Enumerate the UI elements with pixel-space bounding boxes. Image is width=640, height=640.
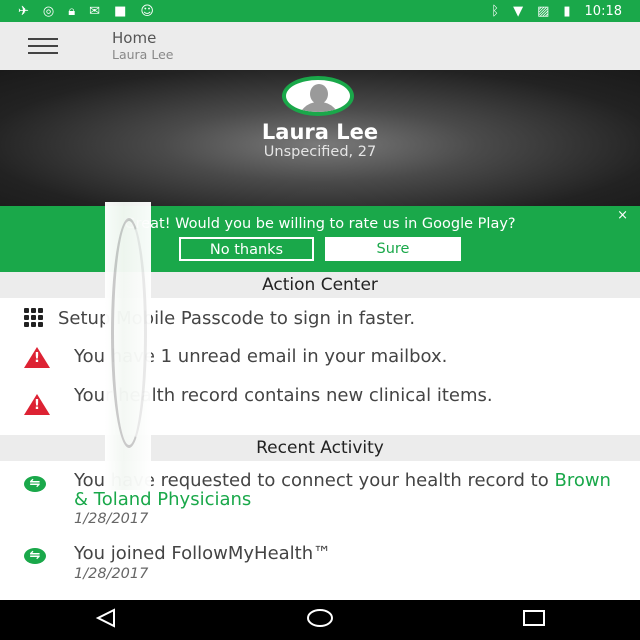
home-icon[interactable] xyxy=(305,608,335,632)
action-center-header: Action Center xyxy=(0,272,640,298)
action-item-text: Your health record contains new clinical… xyxy=(74,385,493,406)
connect-icon: ⇋ xyxy=(24,476,46,492)
status-bar: ✈ ◎ 🔒︎ ✉ ■ ☺ ᛒ ▼ ▨ ▮ 10:18 xyxy=(0,0,640,22)
no-thanks-button[interactable]: No thanks xyxy=(179,237,314,261)
android-icon: ☺ xyxy=(140,3,154,19)
action-item-passcode[interactable]: Setup Mobile Passcode to sign in faster. xyxy=(0,308,640,330)
wifi-icon: ▼ xyxy=(513,3,524,19)
avatar[interactable] xyxy=(282,76,354,116)
action-item-text: You have 1 unread email in your mailbox. xyxy=(74,346,448,367)
profile-header: Laura Lee Unspecified, 27 xyxy=(0,70,640,206)
activity-text: You joined FollowMyHealth™ xyxy=(74,543,332,564)
signal-icon: ✈ xyxy=(18,3,29,19)
loading-spinner xyxy=(105,202,151,490)
status-time: 10:18 xyxy=(584,3,622,19)
status-right-icons: ᛒ ▼ ▨ ▮ 10:18 xyxy=(491,4,622,19)
appbar-titles: Home Laura Lee xyxy=(112,29,174,63)
rate-banner: Great! Would you be willing to rate us i… xyxy=(0,206,640,272)
page-subtitle: Laura Lee xyxy=(112,47,174,62)
sure-button[interactable]: Sure xyxy=(325,237,461,261)
activity-item-joined[interactable]: ⇋ You joined FollowMyHealth™ 1/28/2017 xyxy=(0,544,640,584)
activity-date: 1/28/2017 xyxy=(74,566,149,582)
lock-icon: 🔒︎ xyxy=(68,3,76,19)
page-title: Home xyxy=(112,29,157,47)
action-item-health-record[interactable]: ! Your health record contains new clinic… xyxy=(0,386,640,426)
bluetooth-icon: ᛒ xyxy=(491,3,500,19)
profile-name: Laura Lee xyxy=(261,120,379,144)
recent-activity-header: Recent Activity xyxy=(0,435,640,461)
recent-apps-icon[interactable] xyxy=(522,608,546,632)
navigation-bar xyxy=(0,600,640,640)
battery-icon: ▮ xyxy=(563,3,571,19)
activity-date: 1/28/2017 xyxy=(74,511,149,527)
activity-text: You have requested to connect your healt… xyxy=(74,470,611,510)
connect-icon: ⇋ xyxy=(24,548,46,564)
status-left-icons: ✈ ◎ 🔒︎ ✉ ■ ☺ xyxy=(18,4,154,19)
no-sim-icon: ▨ xyxy=(537,3,550,19)
cast-icon: ◎ xyxy=(42,3,55,19)
action-item-email[interactable]: ! You have 1 unread email in your mailbo… xyxy=(0,346,640,368)
profile-details: Unspecified, 27 xyxy=(263,144,377,160)
mail-icon: ✉ xyxy=(89,3,101,19)
rate-prompt: Great! Would you be willing to rate us i… xyxy=(124,216,516,232)
menu-icon[interactable] xyxy=(28,38,58,54)
activity-item-connect[interactable]: ⇋ You have requested to connect your hea… xyxy=(0,471,640,531)
warning-icon: ! xyxy=(24,347,50,368)
keypad-icon xyxy=(24,308,43,327)
app-bar: Home Laura Lee xyxy=(0,22,640,70)
warning-icon: ! xyxy=(24,394,50,415)
back-icon[interactable] xyxy=(94,608,118,632)
briefcase-icon: ■ xyxy=(114,3,127,19)
close-icon[interactable]: × xyxy=(617,208,628,223)
